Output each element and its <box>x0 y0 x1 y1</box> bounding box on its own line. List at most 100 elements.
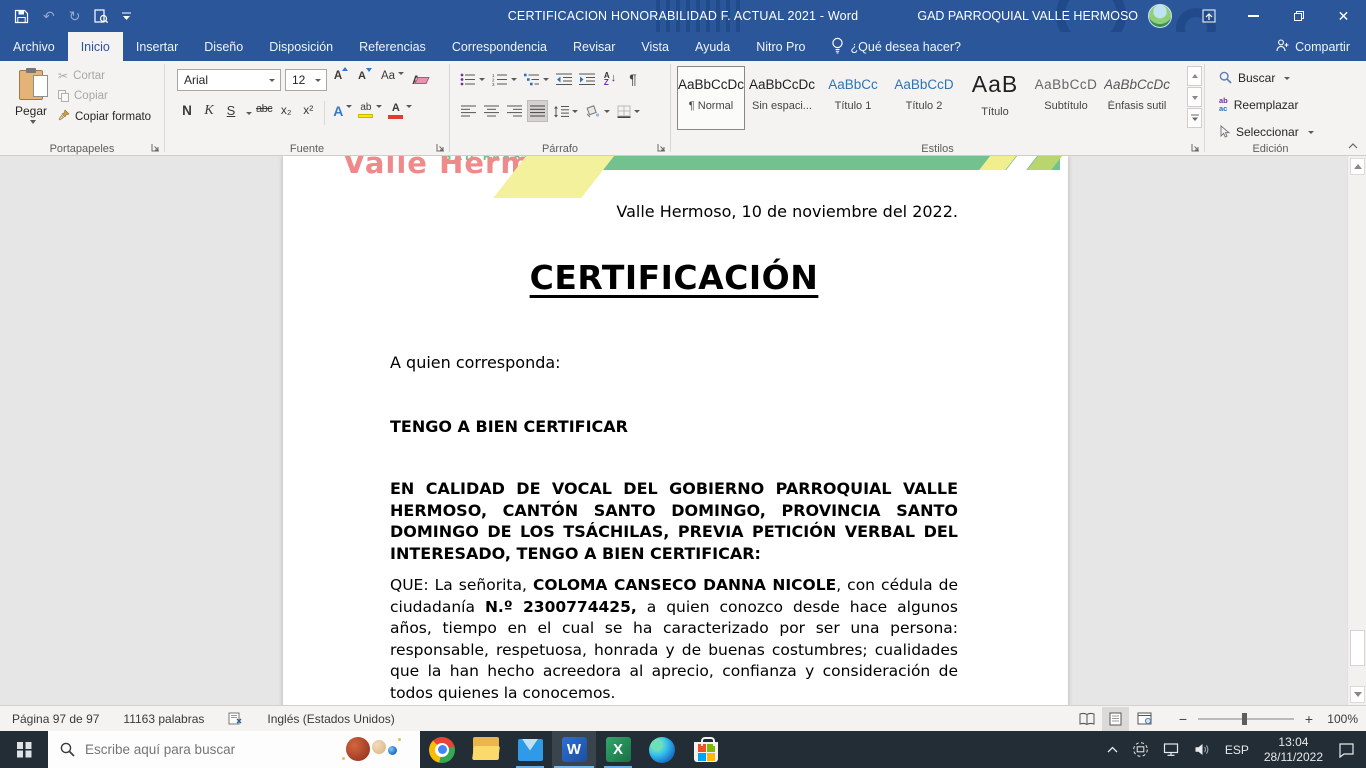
document-page[interactable]: GAD PARROQUIAL Valle Hermoso Valle Hermo… <box>283 156 1068 705</box>
align-left-button[interactable] <box>458 100 478 122</box>
style-subtitle[interactable]: AaBbCcD Subtítulo <box>1032 66 1100 130</box>
replace-button[interactable]: abac Reemplazar <box>1219 94 1314 115</box>
strikethrough-button[interactable]: abc <box>254 102 274 124</box>
customize-qat-icon[interactable] <box>122 12 131 21</box>
action-center-icon[interactable] <box>1331 731 1362 768</box>
tray-show-hidden-icons[interactable] <box>1100 731 1125 768</box>
font-size-combo[interactable] <box>285 69 327 91</box>
font-color-button[interactable]: A <box>386 102 414 124</box>
zoom-in-button[interactable]: + <box>1302 711 1316 727</box>
print-layout-button[interactable] <box>1102 707 1129 731</box>
dialog-launcher-icon[interactable] <box>655 141 667 153</box>
tab-vista[interactable]: Vista <box>628 32 682 61</box>
shrink-font-button[interactable]: A <box>355 69 375 91</box>
font-size-input[interactable] <box>292 73 312 87</box>
zoom-out-button[interactable]: − <box>1176 711 1190 727</box>
font-family-input[interactable] <box>184 73 266 87</box>
decrease-indent-button[interactable] <box>554 68 574 90</box>
taskbar-file-explorer[interactable] <box>464 731 508 768</box>
subscript-button[interactable]: x₂ <box>276 102 296 124</box>
zoom-slider-thumb[interactable] <box>1242 713 1247 725</box>
style-heading2[interactable]: AaBbCcD Título 2 <box>890 66 958 130</box>
find-button[interactable]: Buscar <box>1219 67 1314 88</box>
tray-cast-icon[interactable] <box>1125 731 1156 768</box>
tab-diseno[interactable]: Diseño <box>191 32 256 61</box>
taskbar-store[interactable] <box>684 731 728 768</box>
tab-inicio[interactable]: Inicio <box>68 32 123 61</box>
numbering-button[interactable]: 123 <box>490 68 519 90</box>
scrollbar-thumb[interactable] <box>1350 630 1365 666</box>
tab-nitro-pro[interactable]: Nitro Pro <box>743 32 818 61</box>
ribbon-display-options-icon[interactable] <box>1186 0 1231 32</box>
word-count[interactable]: 11163 palabras <box>111 712 216 726</box>
style-subtle-emphasis[interactable]: AaBbCcDc Énfasis sutil <box>1103 66 1171 130</box>
account-avatar[interactable] <box>1148 4 1172 28</box>
italic-button[interactable]: K <box>199 102 219 124</box>
line-spacing-button[interactable] <box>551 100 580 122</box>
vertical-scrollbar[interactable] <box>1347 156 1366 705</box>
print-preview-icon[interactable] <box>94 9 108 24</box>
highlight-button[interactable]: ab <box>356 102 384 124</box>
style-no-spacing[interactable]: AaBbCcDc Sin espaci... <box>748 66 816 130</box>
proofing-status[interactable] <box>216 712 255 725</box>
share-button[interactable]: Compartir <box>1260 32 1366 61</box>
tab-correspondencia[interactable]: Correspondencia <box>439 32 560 61</box>
zoom-slider[interactable] <box>1198 718 1294 720</box>
network-icon[interactable] <box>1156 731 1187 768</box>
paste-button[interactable]: Pegar <box>8 66 54 140</box>
tab-insertar[interactable]: Insertar <box>123 32 191 61</box>
copy-button[interactable]: Copiar <box>58 90 151 102</box>
tab-ayuda[interactable]: Ayuda <box>682 32 743 61</box>
taskbar-excel[interactable]: X <box>596 731 640 768</box>
redo-icon[interactable]: ↻ <box>69 9 81 23</box>
zoom-level[interactable]: 100% <box>1324 712 1358 726</box>
gallery-up-button[interactable] <box>1187 66 1202 86</box>
dialog-launcher-icon[interactable] <box>434 141 446 153</box>
gallery-down-button[interactable] <box>1187 87 1202 107</box>
taskbar-word[interactable]: W <box>552 731 596 768</box>
cut-button[interactable]: ✂ Cortar <box>58 69 151 83</box>
taskbar-chrome[interactable] <box>420 731 464 768</box>
tab-disposicion[interactable]: Disposición <box>256 32 346 61</box>
format-painter-button[interactable]: Copiar formato <box>58 109 151 124</box>
minimize-button[interactable] <box>1231 0 1276 32</box>
change-case-button[interactable]: Aa <box>379 69 406 91</box>
taskbar-search-input[interactable] <box>85 742 305 757</box>
clear-formatting-button[interactable]: A <box>410 69 430 91</box>
taskbar-edge[interactable] <box>640 731 684 768</box>
text-effects-button[interactable]: A <box>331 102 354 124</box>
scroll-up-button[interactable] <box>1350 158 1365 175</box>
tray-clock[interactable]: 13:04 28/11/2022 <box>1256 735 1331 765</box>
style-normal[interactable]: AaBbCcDc ¶ Normal <box>677 66 745 130</box>
input-language[interactable]: ESP <box>1218 731 1256 768</box>
grow-font-button[interactable]: A <box>331 69 351 91</box>
collapse-ribbon-button[interactable] <box>1348 140 1358 152</box>
tell-me-box[interactable]: ¿Qué desea hacer? <box>819 32 974 61</box>
increase-indent-button[interactable] <box>577 68 597 90</box>
account-name[interactable]: GAD PARROQUIAL VALLE HERMOSO <box>917 9 1138 23</box>
tab-revisar[interactable]: Revisar <box>560 32 628 61</box>
font-family-combo[interactable] <box>177 69 281 91</box>
save-icon[interactable] <box>14 9 29 24</box>
bullets-button[interactable] <box>458 68 487 90</box>
align-center-button[interactable] <box>481 100 501 122</box>
speaker-icon[interactable] <box>1187 731 1218 768</box>
sort-button[interactable]: AZ ↓ <box>600 68 620 90</box>
taskbar-search-box[interactable] <box>48 731 420 768</box>
start-button[interactable] <box>0 731 48 768</box>
show-formatting-marks-button[interactable]: ¶ <box>623 68 643 90</box>
gallery-more-button[interactable] <box>1187 108 1202 128</box>
dialog-launcher-icon[interactable] <box>149 141 161 153</box>
underline-button[interactable]: S <box>221 102 241 124</box>
restore-button[interactable] <box>1276 0 1321 32</box>
select-button[interactable]: Seleccionar <box>1219 121 1314 142</box>
web-layout-button[interactable] <box>1131 707 1158 731</box>
dialog-launcher-icon[interactable] <box>1189 141 1201 153</box>
align-right-button[interactable] <box>504 100 524 122</box>
undo-icon[interactable]: ↶ <box>43 9 55 23</box>
chevron-down-icon[interactable] <box>246 112 252 118</box>
style-title[interactable]: AaB Título <box>961 66 1029 130</box>
close-button[interactable]: ✕ <box>1321 0 1366 32</box>
style-heading1[interactable]: AaBbCc Título 1 <box>819 66 887 130</box>
borders-button[interactable] <box>615 100 642 122</box>
